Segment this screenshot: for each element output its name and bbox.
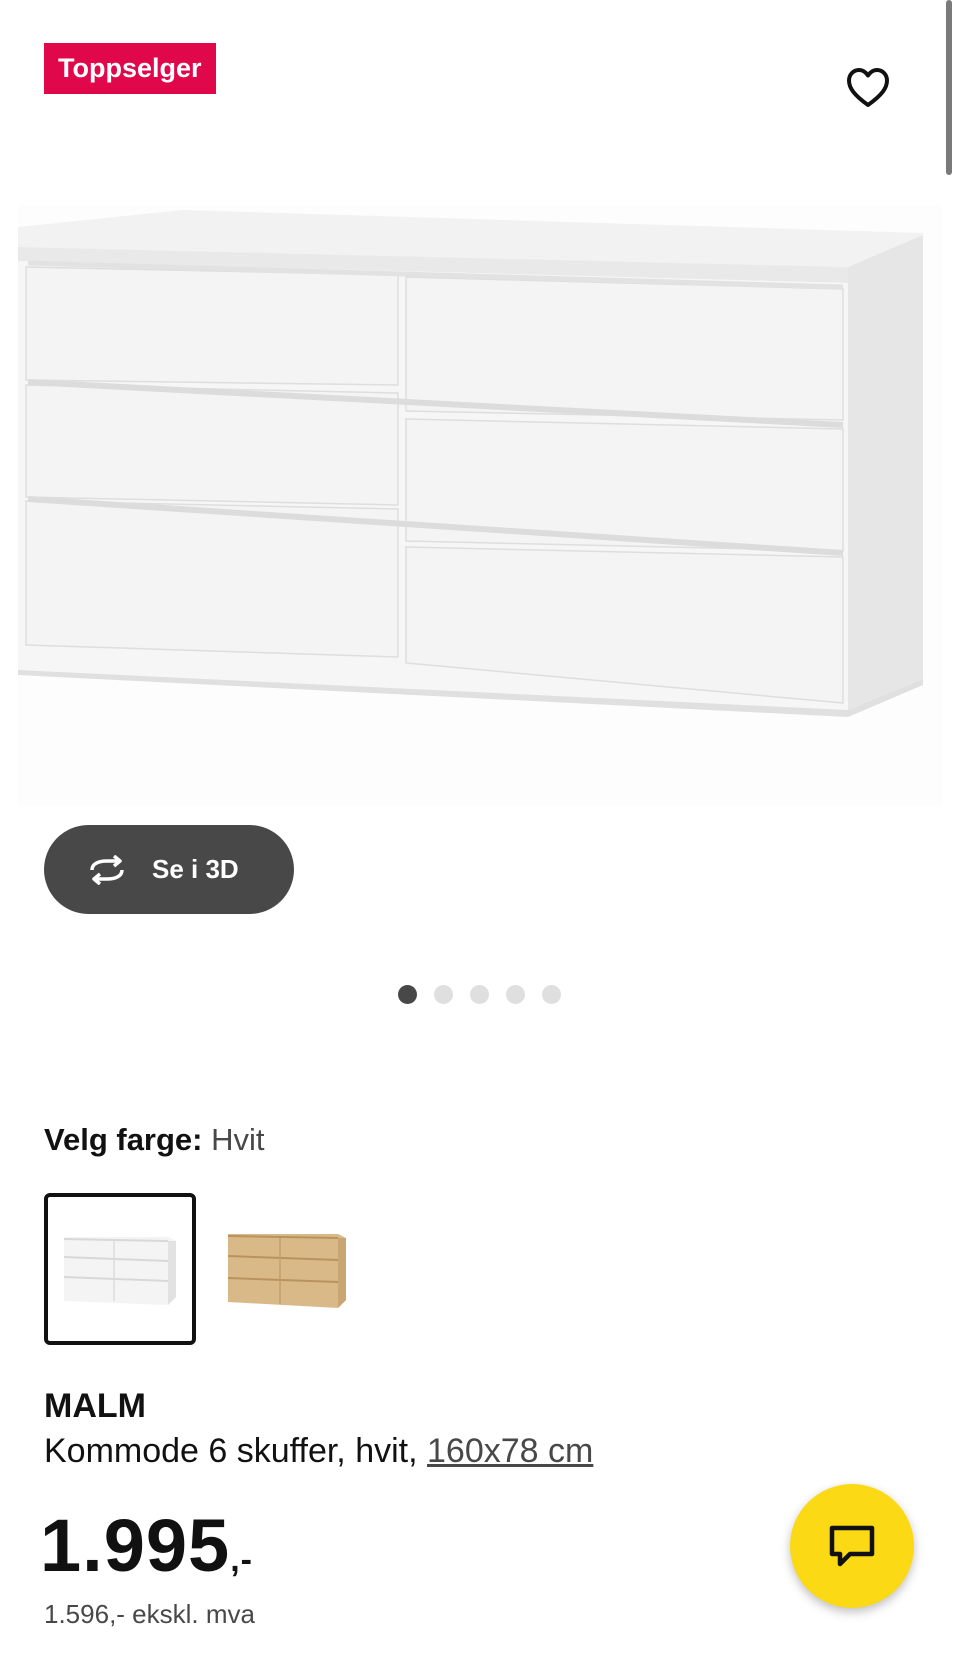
color-swatch-birch[interactable] (226, 1230, 348, 1310)
product-price: 1.995,- (40, 1503, 253, 1588)
view-3d-label: Se i 3D (152, 854, 239, 884)
favorite-button[interactable] (844, 64, 892, 112)
carousel-dot[interactable] (434, 985, 453, 1004)
carousel-dot[interactable] (470, 985, 489, 1004)
chat-icon (829, 1525, 875, 1567)
heart-icon (847, 68, 889, 107)
rotate-3d-icon (90, 854, 124, 885)
top-seller-badge: Toppselger (44, 43, 216, 94)
product-image (18, 205, 942, 805)
product-description: Kommode 6 skuffer, hvit, 160x78 cm (44, 1432, 593, 1471)
carousel-dot[interactable] (398, 985, 417, 1004)
scrollbar[interactable] (946, 0, 952, 175)
carousel-indicator (398, 985, 561, 1004)
chat-button[interactable] (790, 1484, 914, 1608)
carousel-dot[interactable] (506, 985, 525, 1004)
color-selector-label: Velg farge: Hvit (44, 1122, 265, 1158)
carousel-dot[interactable] (542, 985, 561, 1004)
color-value: Hvit (211, 1122, 265, 1157)
price-suffix: ,- (230, 1541, 253, 1579)
birch-dresser-thumbnail (227, 1234, 346, 1308)
color-label: Velg farge: (44, 1122, 203, 1157)
price-excl-vat: 1.596,- ekskl. mva (44, 1599, 255, 1629)
product-dimensions-link[interactable]: 160x78 cm (427, 1432, 593, 1470)
price-main: 1.995 (40, 1504, 231, 1587)
product-description-text: Kommode 6 skuffer, hvit, (44, 1432, 418, 1470)
product-name: MALM (44, 1387, 146, 1425)
color-swatch-white[interactable] (44, 1193, 196, 1345)
white-dresser-thumbnail (63, 1237, 176, 1305)
view-3d-button[interactable]: Se i 3D (44, 825, 294, 914)
